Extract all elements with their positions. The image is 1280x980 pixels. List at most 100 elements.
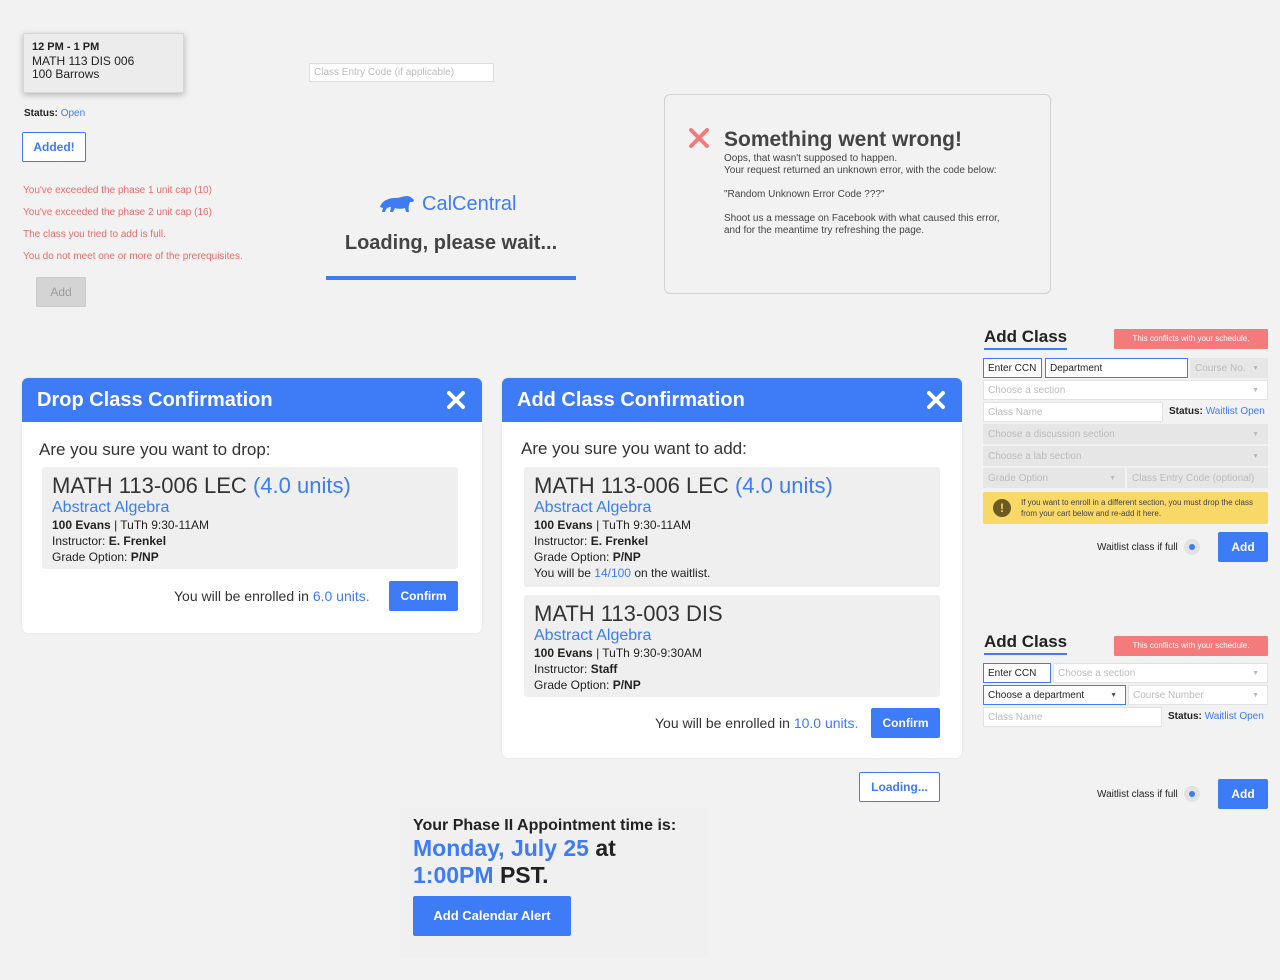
department-input[interactable]: Department — [1045, 358, 1188, 378]
chevron-down-icon: ▼ — [1252, 670, 1259, 677]
modal-header: Drop Class Confirmation — [22, 378, 482, 422]
error-x-icon — [689, 128, 709, 148]
loading-button[interactable]: Loading... — [859, 772, 940, 802]
course-room: 100 Evans — [534, 518, 593, 532]
course-code-text: MATH 113-006 LEC — [534, 473, 729, 498]
calcentral-logo: CalCentral — [378, 190, 528, 218]
error-line: and for the meantime try refreshing the … — [724, 225, 925, 236]
error-line: Shoot us a message on Facebook with what… — [724, 213, 1000, 224]
grade-placeholder: Grade Option — [988, 473, 1049, 484]
bear-icon — [380, 196, 414, 212]
department-select[interactable]: Choose a department ▼ — [983, 685, 1126, 705]
course-grade: Grade Option: P/NP — [534, 677, 930, 693]
course-card: MATH 113-006 LEC (4.0 units) Abstract Al… — [524, 467, 940, 587]
course-code: MATH 113-003 DIS — [534, 601, 723, 626]
waitlist-radio[interactable] — [1183, 786, 1200, 802]
entry-code-input[interactable]: Class Entry Code (optional) — [1127, 468, 1268, 488]
department-value: Choose a department — [988, 690, 1085, 701]
enroll-units: 10.0 units. — [793, 715, 859, 731]
section-select[interactable]: Choose a section ▼ — [1053, 663, 1268, 683]
course-name[interactable]: Abstract Algebra — [534, 627, 930, 645]
waitlist-toggle[interactable]: Waitlist class if full — [1097, 539, 1200, 555]
course-name[interactable]: Abstract Algebra — [534, 499, 930, 517]
tooltip-time: 12 PM - 1 PM — [32, 41, 100, 53]
course-no-placeholder: Course No. — [1195, 363, 1246, 374]
class-entry-code-input[interactable]: Class Entry Code (if applicable) — [309, 63, 494, 82]
add-class-title: Add Class — [984, 632, 1068, 655]
waitlist-position: You will be 14/100 on the waitlist. — [534, 565, 930, 581]
ccn-input[interactable]: Enter CCN — [983, 358, 1042, 378]
error-message: You've exceeded the phase 2 unit cap (16… — [23, 207, 212, 218]
appointment-heading: Your Phase II Appointment time is: — [413, 817, 677, 834]
course-instructor: Instructor: Staff — [534, 661, 930, 677]
error-line: Your request returned an unknown error, … — [724, 165, 997, 176]
appointment-tz: PST. — [499, 862, 549, 888]
appointment-date: Monday, July 25 — [413, 835, 589, 861]
course-no-select[interactable]: Course No. ▼ — [1190, 358, 1268, 378]
close-icon[interactable] — [445, 389, 467, 411]
course-time: | TuTh 9:30-11AM — [114, 518, 210, 532]
grade-option-select[interactable]: Grade Option ▼ — [983, 468, 1125, 488]
course-name[interactable]: Abstract Algebra — [52, 499, 448, 517]
course-code: MATH 113-006 LEC (4.0 units) — [534, 473, 930, 499]
course-card: MATH 113-006 LEC (4.0 units) Abstract Al… — [42, 467, 458, 569]
chevron-down-icon: ▼ — [1252, 387, 1259, 394]
error-message: The class you tried to add is full. — [23, 229, 166, 240]
add-button[interactable]: Add — [1218, 779, 1268, 809]
course-time: | TuTh 9:30-11AM — [596, 518, 692, 532]
waitlist-radio[interactable] — [1183, 539, 1200, 555]
course-number-select[interactable]: Course Number ▼ — [1128, 685, 1268, 705]
course-instructor: Instructor: E. Frenkel — [52, 533, 448, 549]
modal-title: Drop Class Confirmation — [37, 389, 273, 411]
add-button-disabled[interactable]: Add — [36, 277, 86, 307]
add-class-title: Add Class — [984, 327, 1068, 350]
instructor-label: Instructor: — [52, 534, 106, 548]
enroll-prefix: You will be enrolled in — [655, 715, 790, 731]
error-body: Oops, that wasn't supposed to happen. Yo… — [724, 153, 1024, 237]
appointment-datetime: Monday, July 25 at 1:00PM PST. — [413, 835, 616, 889]
chevron-down-icon: ▼ — [1252, 453, 1259, 460]
waitlist-toggle[interactable]: Waitlist class if full — [1097, 786, 1200, 802]
class-name-input[interactable]: Class Name — [983, 707, 1162, 727]
lab-select[interactable]: Choose a lab section ▼ — [983, 446, 1268, 466]
instructor-label: Instructor: — [534, 534, 588, 548]
enroll-prefix: You will be enrolled in — [174, 588, 309, 604]
chevron-down-icon: ▼ — [1252, 365, 1259, 372]
conflict-badge: This conflicts with your schedule. — [1114, 329, 1268, 349]
status-label: Status: — [1168, 711, 1202, 722]
course-units: (4.0 units) — [252, 473, 351, 498]
error-line: Oops, that wasn't supposed to happen. — [724, 153, 898, 164]
confirm-button[interactable]: Confirm — [871, 708, 940, 738]
add-button[interactable]: Add — [1218, 532, 1268, 562]
chevron-down-icon: ▼ — [1110, 692, 1117, 699]
section-select[interactable]: Choose a section ▼ — [983, 380, 1268, 400]
course-units: (4.0 units) — [734, 473, 833, 498]
lab-placeholder: Choose a lab section — [988, 451, 1082, 462]
course-number-placeholder: Course Number — [1133, 690, 1204, 701]
modal-header: Add Class Confirmation — [502, 378, 962, 422]
add-calendar-alert-button[interactable]: Add Calendar Alert — [413, 896, 571, 936]
grade-value: P/NP — [612, 550, 641, 564]
added-button[interactable]: Added! — [22, 132, 86, 162]
status-value: Waitlist Open — [1204, 711, 1264, 722]
course-card: MATH 113-003 DIS Abstract Algebra 100 Ev… — [524, 595, 940, 697]
error-message: You've exceeded the phase 1 unit cap (10… — [23, 185, 212, 196]
instructor-name: E. Frenkel — [108, 534, 167, 548]
confirm-button[interactable]: Confirm — [389, 581, 458, 611]
enroll-summary: You will be enrolled in 6.0 units. — [174, 588, 370, 604]
error-list: You've exceeded the phase 1 unit cap (10… — [23, 180, 243, 268]
calcentral-brand: CalCentral — [422, 192, 517, 215]
error-message: You do not meet one or more of the prere… — [23, 251, 243, 262]
class-name-input[interactable]: Class Name — [983, 402, 1163, 422]
ccn-input[interactable]: Enter CCN — [983, 663, 1051, 683]
class-status: Status: Waitlist Open — [1168, 711, 1264, 722]
discussion-select[interactable]: Choose a discussion section ▼ — [983, 424, 1268, 444]
conflict-badge: This conflicts with your schedule. — [1114, 636, 1268, 656]
class-time-tooltip: 12 PM - 1 PM MATH 113 DIS 006 100 Barrow… — [23, 33, 184, 93]
course-time: | TuTh 9:30-9:30AM — [596, 646, 702, 660]
close-icon[interactable] — [925, 389, 947, 411]
grade-label: Grade Option: — [534, 550, 610, 564]
course-room: 100 Evans — [52, 518, 111, 532]
course-schedule: 100 Evans | TuTh 9:30-11AM — [534, 517, 930, 533]
appointment-at: at — [595, 835, 616, 861]
